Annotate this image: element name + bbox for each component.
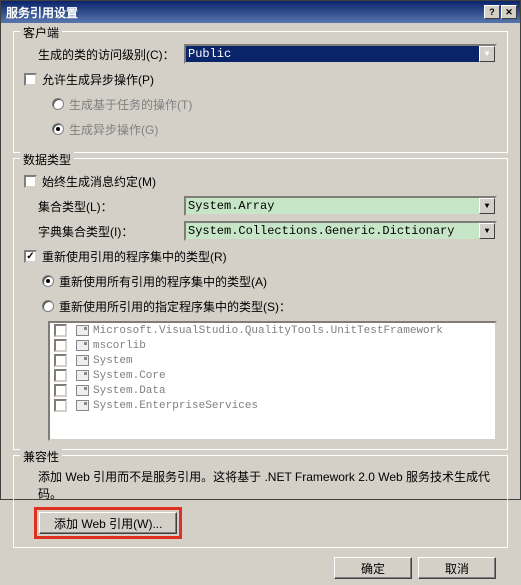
assembly-icon — [76, 400, 89, 411]
dialog-window: 服务引用设置 ? ✕ 客户端 生成的类的访问级别(C)： Public ▼ 允许… — [0, 0, 521, 500]
assembly-icon — [76, 370, 89, 381]
assembly-checkbox[interactable] — [54, 354, 67, 367]
always-msgcontract-checkbox[interactable] — [24, 175, 37, 188]
list-item[interactable]: Microsoft.VisualStudio.QualityTools.Unit… — [50, 323, 495, 338]
access-level-value: Public — [188, 47, 231, 61]
list-item[interactable]: System.EnterpriseServices — [50, 398, 495, 413]
collection-label: 集合类型(L)： — [24, 198, 184, 215]
assembly-icon — [76, 385, 89, 396]
compat-legend: 兼容性 — [20, 448, 62, 465]
assembly-name: Microsoft.VisualStudio.QualityTools.Unit… — [93, 325, 443, 337]
task-based-radio — [52, 98, 64, 110]
assembly-checkbox[interactable] — [54, 324, 67, 337]
dict-select[interactable]: System.Collections.Generic.Dictionary ▼ — [184, 221, 497, 241]
chevron-down-icon: ▼ — [479, 46, 495, 62]
chevron-down-icon: ▼ — [479, 223, 495, 239]
assembly-icon — [76, 340, 89, 351]
reuse-all-radio[interactable] — [42, 275, 54, 287]
task-based-label: 生成基于任务的操作(T) — [69, 96, 192, 113]
access-level-select[interactable]: Public ▼ — [184, 44, 497, 64]
allow-async-checkbox[interactable] — [24, 73, 37, 86]
help-button[interactable]: ? — [484, 5, 500, 19]
compat-text: 添加 Web 引用而不是服务引用。这将基于 .NET Framework 2.0… — [24, 468, 497, 502]
assembly-checkbox[interactable] — [54, 384, 67, 397]
assembly-checkbox[interactable] — [54, 369, 67, 382]
collection-value: System.Array — [188, 199, 274, 213]
async-ops-radio — [52, 123, 64, 135]
title-text: 服务引用设置 — [4, 4, 484, 21]
assembly-icon — [76, 355, 89, 366]
add-web-ref-button[interactable]: 添加 Web 引用(W)... — [39, 512, 177, 534]
assembly-name: System.EnterpriseServices — [93, 400, 258, 412]
assembly-name: mscorlib — [93, 340, 146, 352]
list-item[interactable]: System — [50, 353, 495, 368]
list-item[interactable]: System.Data — [50, 383, 495, 398]
ok-button[interactable]: 确定 — [334, 557, 412, 579]
dict-value: System.Collections.Generic.Dictionary — [188, 224, 454, 238]
client-group: 客户端 生成的类的访问级别(C)： Public ▼ 允许生成异步操作(P) 生… — [13, 31, 508, 153]
async-ops-label: 生成异步操作(G) — [69, 121, 158, 138]
data-legend: 数据类型 — [20, 151, 74, 168]
reuse-types-label: 重新使用引用的程序集中的类型(R) — [42, 248, 227, 265]
access-level-label: 生成的类的访问级别(C)： — [24, 46, 184, 63]
cancel-button[interactable]: 取消 — [418, 557, 496, 579]
always-msgcontract-label: 始终生成消息约定(M) — [42, 173, 156, 190]
chevron-down-icon: ▼ — [479, 198, 495, 214]
assembly-name: System.Core — [93, 370, 166, 382]
client-legend: 客户端 — [20, 24, 62, 41]
reuse-all-label: 重新使用所有引用的程序集中的类型(A) — [59, 273, 267, 290]
allow-async-label: 允许生成异步操作(P) — [42, 71, 154, 88]
data-group: 数据类型 始终生成消息约定(M) 集合类型(L)： System.Array ▼… — [13, 158, 508, 450]
collection-select[interactable]: System.Array ▼ — [184, 196, 497, 216]
assemblies-listbox[interactable]: Microsoft.VisualStudio.QualityTools.Unit… — [48, 321, 497, 441]
highlight-box: 添加 Web 引用(W)... — [34, 507, 182, 539]
reuse-types-checkbox[interactable] — [24, 250, 37, 263]
titlebar[interactable]: 服务引用设置 ? ✕ — [1, 1, 520, 23]
reuse-specified-radio[interactable] — [42, 300, 54, 312]
compat-group: 兼容性 添加 Web 引用而不是服务引用。这将基于 .NET Framework… — [13, 455, 508, 548]
list-item[interactable]: System.Core — [50, 368, 495, 383]
assembly-icon — [76, 325, 89, 336]
assembly-name: System — [93, 355, 133, 367]
close-button[interactable]: ✕ — [501, 5, 517, 19]
reuse-specified-label: 重新使用所引用的指定程序集中的类型(S)： — [59, 298, 291, 315]
assembly-checkbox[interactable] — [54, 399, 67, 412]
dict-label: 字典集合类型(I)： — [24, 223, 184, 240]
assembly-name: System.Data — [93, 385, 166, 397]
list-item[interactable]: mscorlib — [50, 338, 495, 353]
assembly-checkbox[interactable] — [54, 339, 67, 352]
